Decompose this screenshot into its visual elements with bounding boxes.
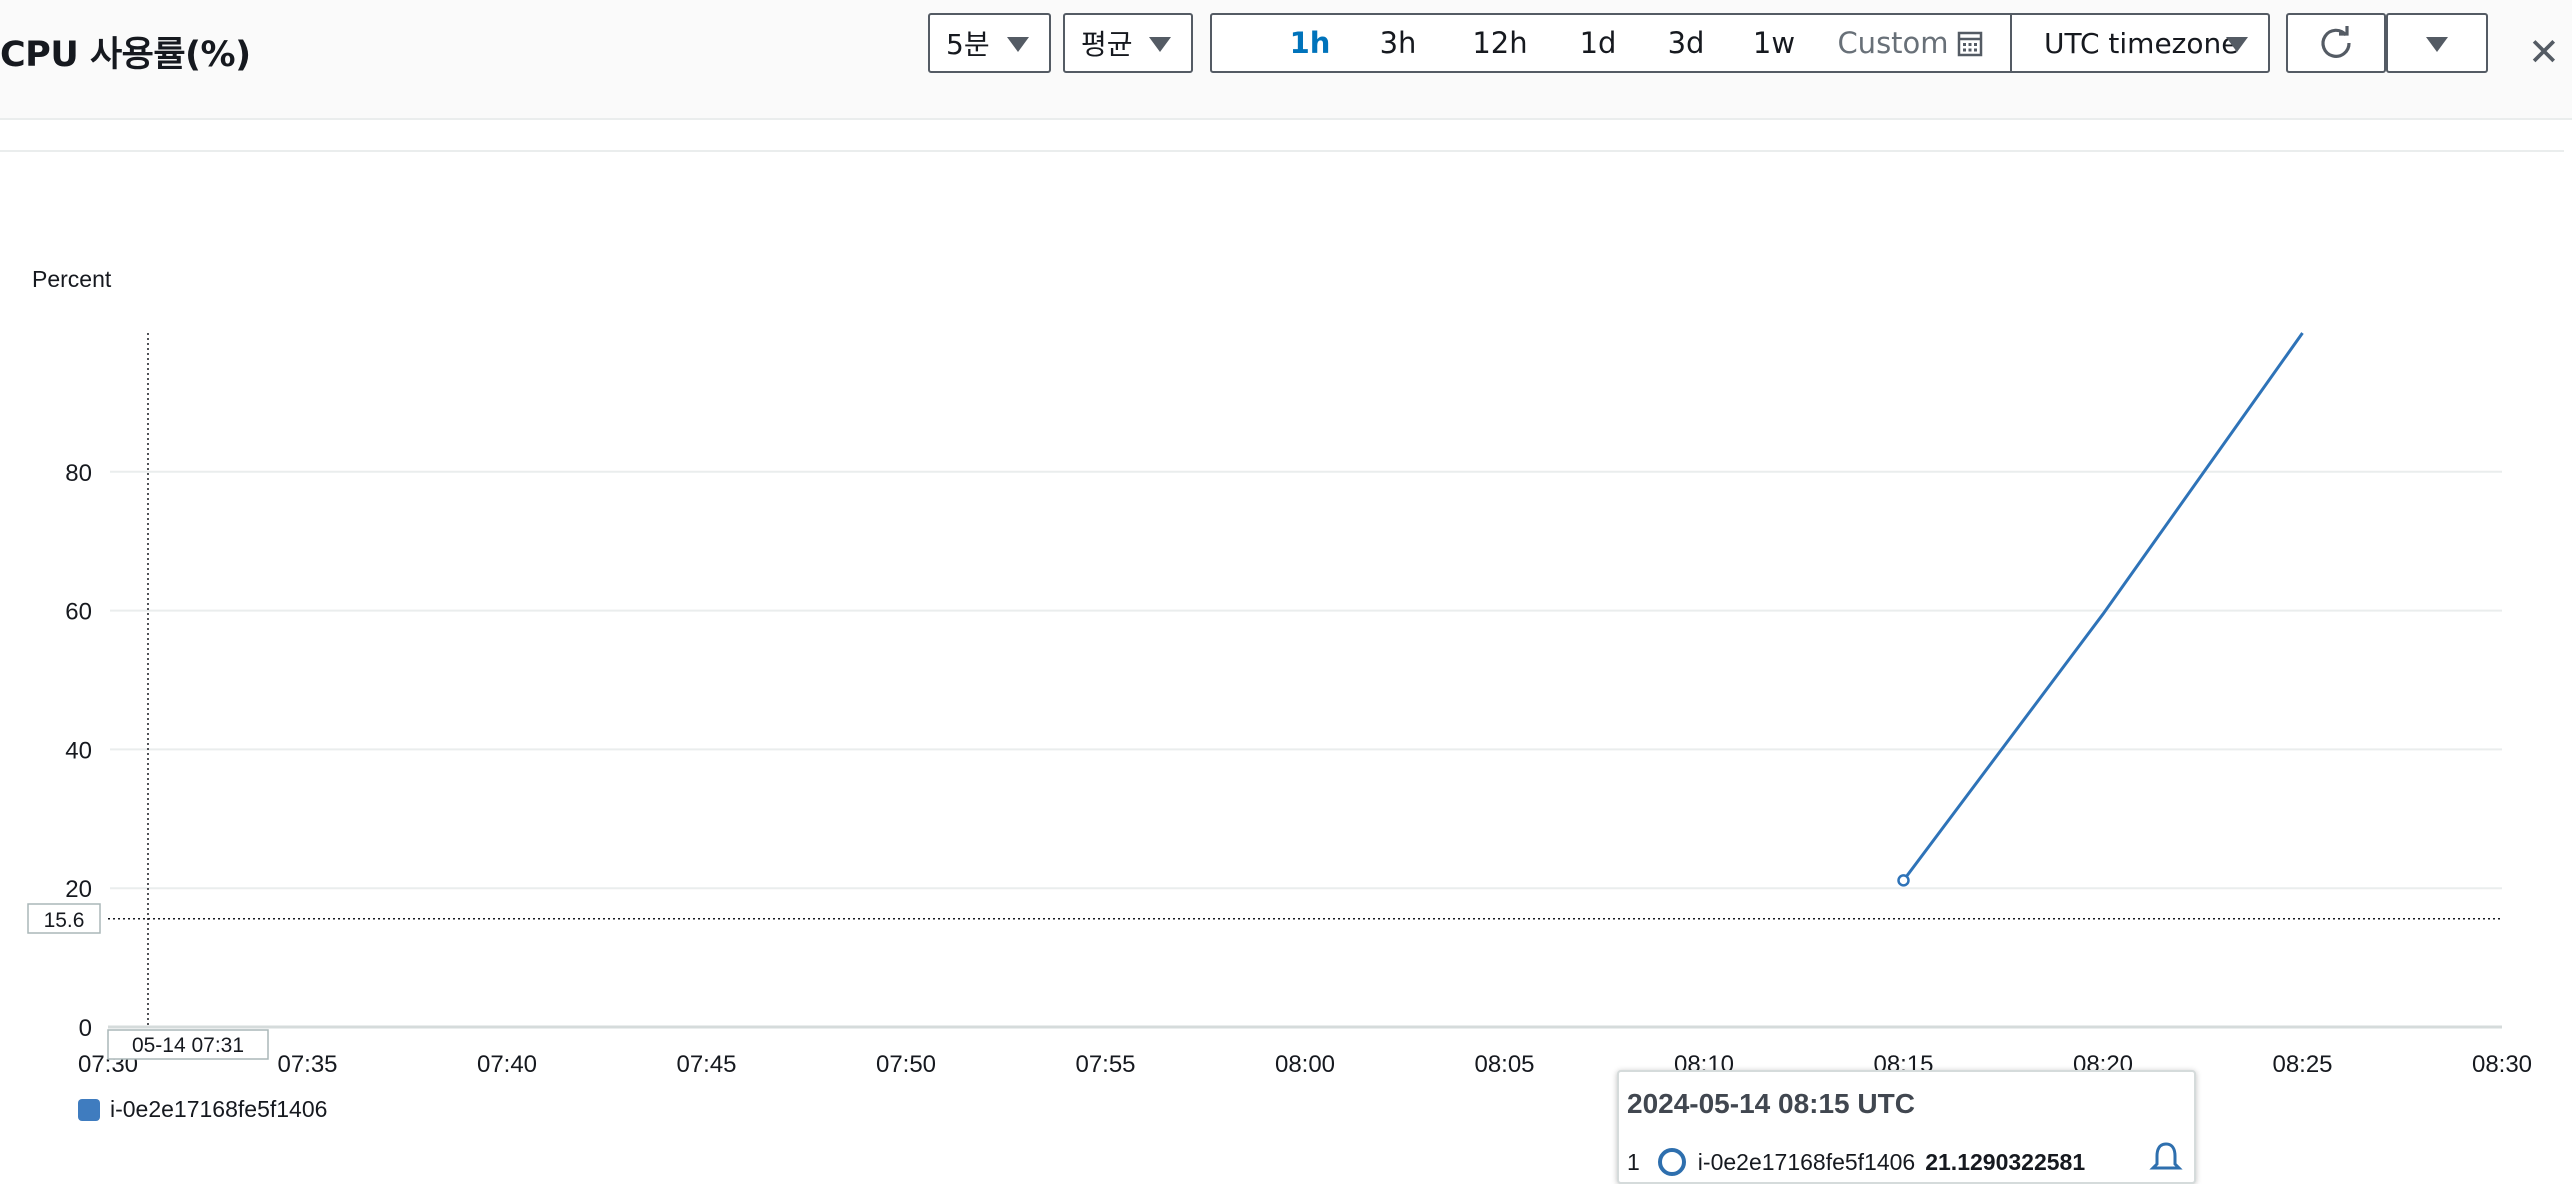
data-point-tooltip: 2024-05-14 08:15 UTC 1 i-0e2e17168fe5f14… xyxy=(1617,1070,2196,1184)
x-tick-label: 07:40 xyxy=(477,1051,537,1078)
legend-swatch[interactable] xyxy=(78,1098,100,1121)
x-tick-label: 07:45 xyxy=(676,1051,736,1078)
cpu-line-chart: 02040608007:30 07:35 07:40 07:45 07:50 07:55 0… xyxy=(27,332,2532,1078)
x-tick-label: 07:50 xyxy=(876,1051,936,1078)
y-tick-label: 20 xyxy=(65,876,92,903)
x-tick-label: 08:25 xyxy=(2272,1051,2332,1078)
x-tick-label: 07:35 xyxy=(277,1051,337,1078)
x-tick-label: 08:30 xyxy=(2472,1051,2532,1078)
legend-series-label[interactable]: i-0e2e17168fe5f1406 xyxy=(110,1096,327,1123)
data-point xyxy=(1897,874,1910,887)
x-tick-label: 08:00 xyxy=(1275,1051,1335,1078)
tooltip-index: 1 xyxy=(1627,1148,1640,1175)
y-tick-label: 80 xyxy=(65,460,92,487)
y-tick-label: 40 xyxy=(65,737,92,764)
tooltip-series: i-0e2e17168fe5f1406 xyxy=(1697,1148,1916,1175)
series-marker-icon xyxy=(1657,1148,1686,1176)
x-tick-label: 08:05 xyxy=(1474,1051,1534,1078)
y-tick-label: 0 xyxy=(79,1015,92,1042)
tooltip-title: 2024-05-14 08:15 UTC xyxy=(1627,1088,1915,1119)
series-line xyxy=(1902,332,2304,882)
bell-icon[interactable] xyxy=(2149,1140,2183,1174)
chart-legend: i-0e2e17168fe5f1406 xyxy=(78,1096,327,1123)
y-tick-label: 60 xyxy=(65,599,92,626)
x-tick-label: 07:55 xyxy=(1075,1051,1135,1078)
crosshair-x-label: 05-14 07:31 xyxy=(132,1034,244,1057)
tooltip-value: 21.1290322581 xyxy=(1925,1148,2086,1175)
tooltip-row: 1 i-0e2e17168fe5f1406 21.1290322581 xyxy=(1627,1148,2085,1176)
crosshair-y-label: 15.6 xyxy=(44,909,85,932)
